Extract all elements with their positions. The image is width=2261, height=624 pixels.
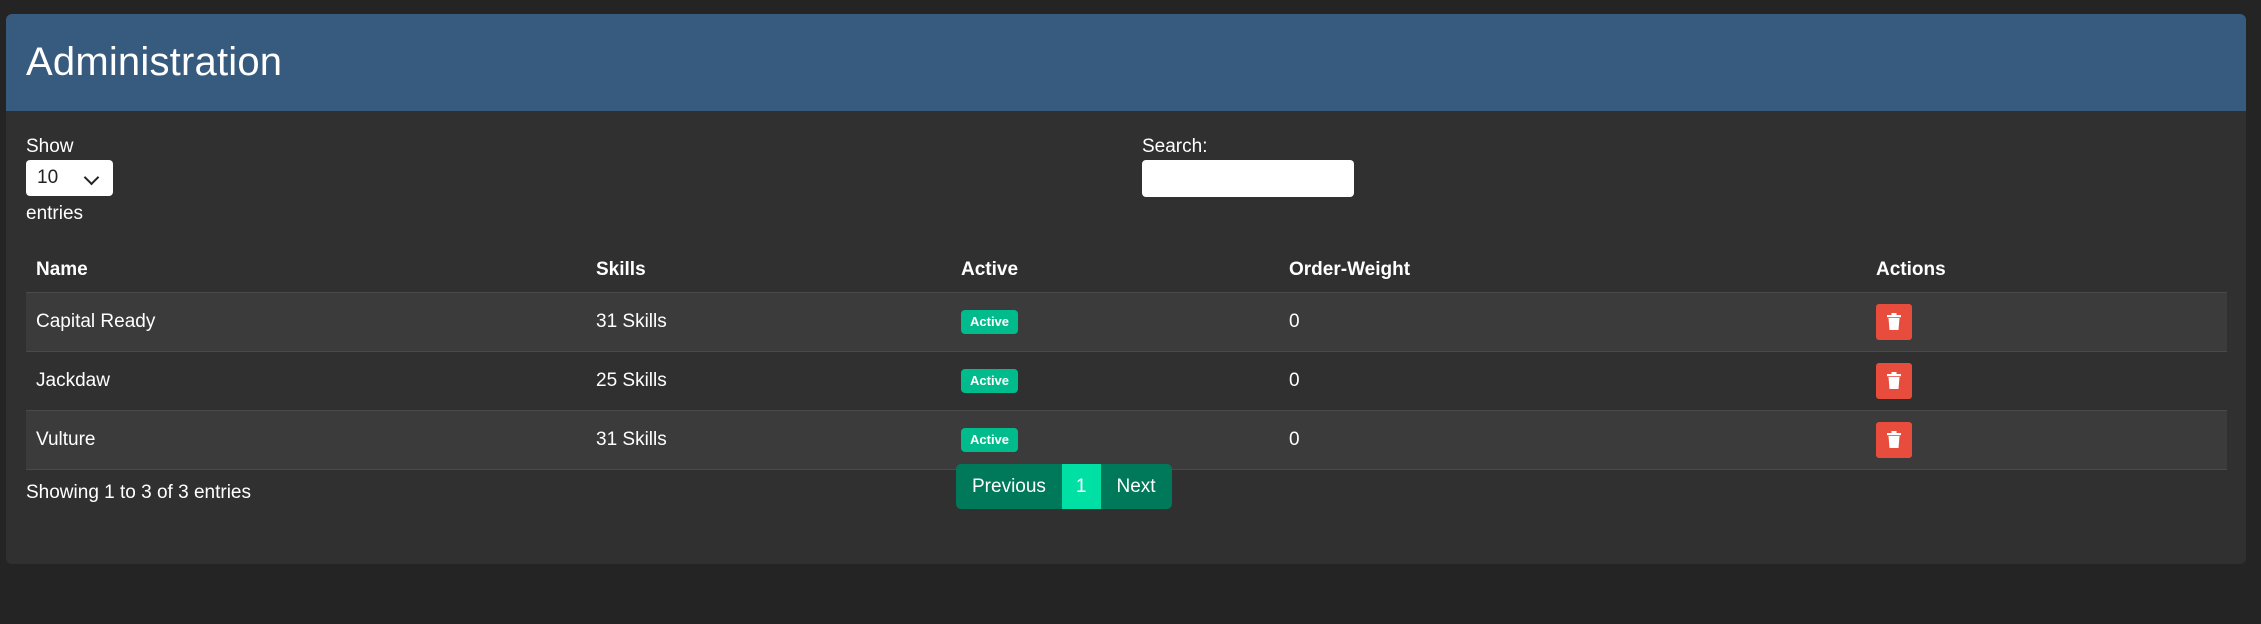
column-header-name[interactable]: Name <box>26 249 586 293</box>
cell-skills: 31 Skills <box>586 292 951 352</box>
table-row: Jackdaw 25 Skills Active 0 <box>26 351 2227 411</box>
status-badge: Active <box>961 368 1019 393</box>
trash-icon <box>1887 372 1901 389</box>
entries-per-page-select[interactable]: 10 <box>26 160 113 196</box>
delete-button[interactable] <box>1876 303 1912 340</box>
previous-page-button[interactable]: Previous <box>956 464 1062 509</box>
entries-per-page-value: 10 <box>37 167 59 188</box>
cell-name: Capital Ready <box>26 292 586 352</box>
chevron-down-icon <box>83 169 100 186</box>
cell-skills: 31 Skills <box>586 410 951 470</box>
column-header-actions[interactable]: Actions <box>1866 249 2227 293</box>
table-info: Showing 1 to 3 of 3 entries <box>26 482 251 503</box>
cell-active: Active <box>951 351 1279 411</box>
cell-order-weight: 0 <box>1279 292 1866 352</box>
card-body: Show 10 entries Search: Name Skills Acti… <box>6 111 2246 564</box>
cell-actions <box>1866 292 2227 352</box>
table-row: Capital Ready 31 Skills Active 0 <box>26 292 2227 352</box>
entries-label: entries <box>26 203 84 224</box>
delete-button[interactable] <box>1876 421 1912 458</box>
search-input[interactable] <box>1142 160 1354 197</box>
delete-button[interactable] <box>1876 362 1912 399</box>
pagination: Previous 1 Next <box>956 464 1172 509</box>
column-header-active[interactable]: Active <box>951 249 1279 293</box>
cell-active: Active <box>951 410 1279 470</box>
table-row: Vulture 31 Skills Active 0 <box>26 410 2227 470</box>
table-header-row: Name Skills Active Order-Weight Actions <box>26 249 2227 293</box>
trash-icon <box>1887 431 1901 448</box>
cell-order-weight: 0 <box>1279 351 1866 411</box>
page-title: Administration <box>26 40 283 84</box>
trash-icon <box>1887 313 1901 330</box>
column-header-order-weight[interactable]: Order-Weight <box>1279 249 1866 293</box>
status-badge: Active <box>961 309 1019 334</box>
cell-actions <box>1866 351 2227 411</box>
search-label: Search: <box>1142 136 1208 157</box>
admin-card: Administration Show 10 entries Search: N… <box>6 14 2246 564</box>
cell-order-weight: 0 <box>1279 410 1866 470</box>
cell-name: Jackdaw <box>26 351 586 411</box>
cell-active: Active <box>951 292 1279 352</box>
next-page-button[interactable]: Next <box>1100 464 1172 509</box>
column-header-skills[interactable]: Skills <box>586 249 951 293</box>
cell-actions <box>1866 410 2227 470</box>
skillsets-table: Name Skills Active Order-Weight Actions … <box>26 249 2227 470</box>
cell-name: Vulture <box>26 410 586 470</box>
cell-skills: 25 Skills <box>586 351 951 411</box>
show-label: Show <box>26 136 74 157</box>
page-1-button[interactable]: 1 <box>1061 464 1101 509</box>
status-badge: Active <box>961 427 1019 452</box>
card-header: Administration <box>6 14 2246 111</box>
